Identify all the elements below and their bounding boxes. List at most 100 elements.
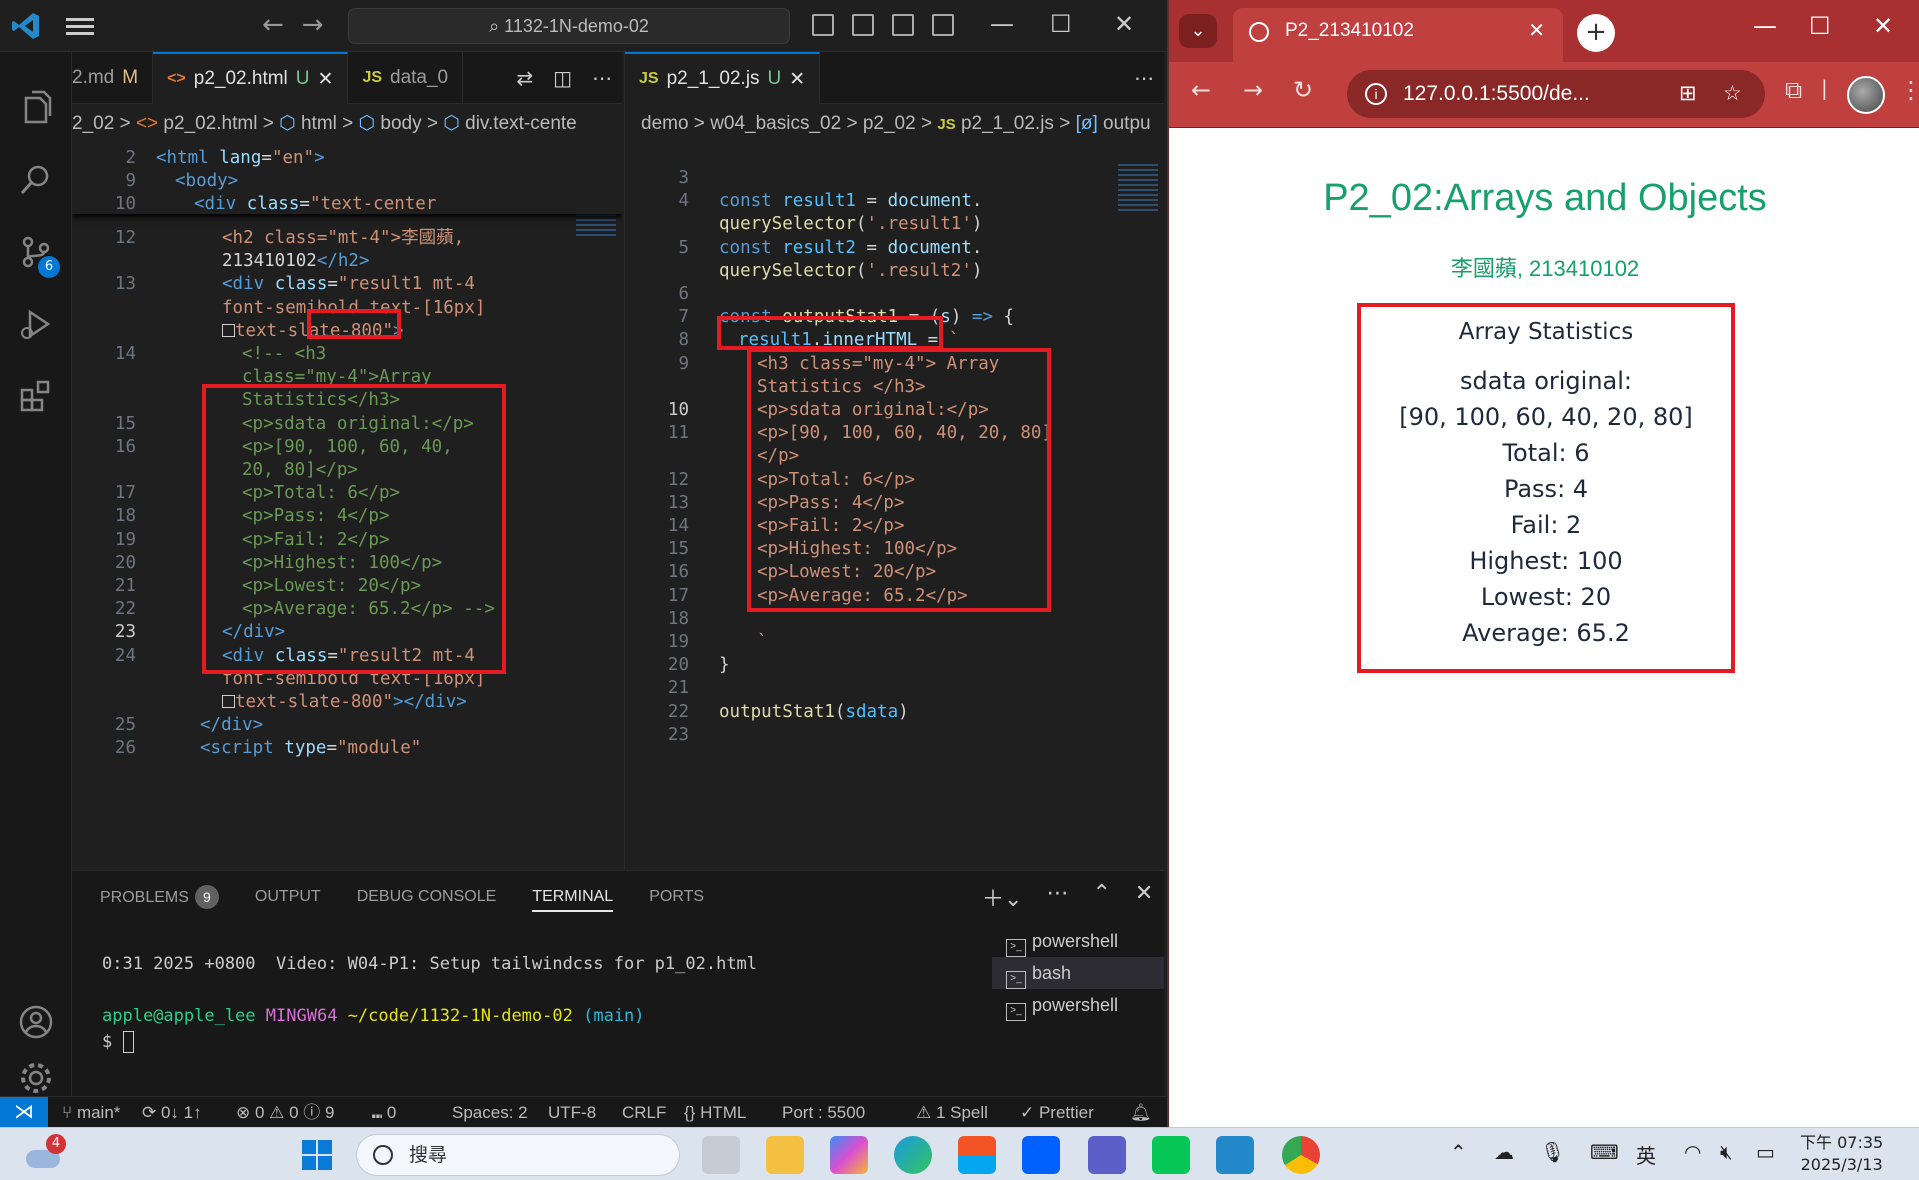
tab-md[interactable]: 2.md M: [72, 52, 154, 104]
ime-indicator[interactable]: 英: [1636, 1140, 1656, 1169]
breadcrumb-item[interactable]: 2_02: [72, 113, 114, 134]
back-arrow-icon[interactable]: ←: [262, 10, 302, 40]
explorer-icon[interactable]: [0, 72, 72, 144]
store-icon[interactable]: [958, 1136, 996, 1174]
nav-arrows[interactable]: ←→: [262, 10, 342, 40]
new-terminal-icon[interactable]: ＋⌄: [982, 881, 1022, 913]
extensions-icon[interactable]: [0, 360, 72, 432]
task-view-icon[interactable]: [702, 1136, 740, 1174]
dropbox-icon[interactable]: [1022, 1136, 1060, 1174]
terminal-item[interactable]: >_ powershell: [992, 989, 1164, 1021]
show-hidden-icons[interactable]: ⌃: [1450, 1140, 1467, 1164]
spell-status[interactable]: ⚠ 1 Spell: [916, 1097, 988, 1128]
indent-status[interactable]: Spaces: 2: [452, 1097, 528, 1128]
code-editor-html[interactable]: 12 <h2 class="mt-4">李國蘋, 213410102</h2> 13 <…: [72, 144, 622, 870]
terminal-output[interactable]: 0:31 2025 +0800 Video: W04-P1: Setup tai…: [102, 951, 757, 1055]
minimize-icon[interactable]: —: [990, 10, 1014, 38]
more-actions-icon[interactable]: ⋯: [1046, 881, 1068, 913]
breadcrumb-item[interactable]: demo: [641, 113, 689, 134]
forward-arrow-icon[interactable]: →: [302, 10, 342, 40]
maximize-icon[interactable]: ☐: [1809, 12, 1831, 40]
search-icon[interactable]: [0, 144, 72, 216]
translate-icon[interactable]: ⊞: [1679, 70, 1697, 118]
back-icon[interactable]: ←: [1191, 76, 1211, 104]
toggle-secondary-sidebar-icon[interactable]: [892, 14, 914, 36]
browser-tab[interactable]: P2_213410102 ✕: [1233, 8, 1563, 62]
battery-icon[interactable]: ▭: [1756, 1140, 1775, 1164]
wifi-icon[interactable]: ◠: [1684, 1140, 1701, 1164]
terminal-item[interactable]: >_ powershell: [992, 925, 1164, 957]
branch-status[interactable]: ⑂ main*: [62, 1097, 120, 1128]
tab-p2-02-html[interactable]: <> p2_02.html U ✕: [153, 52, 349, 104]
remote-icon[interactable]: ⋊: [0, 1097, 48, 1128]
address-bar[interactable]: i 127.0.0.1:5500/de... ⊞ ☆: [1347, 70, 1765, 118]
chrome-icon[interactable]: [1282, 1136, 1320, 1174]
start-icon[interactable]: [298, 1136, 336, 1174]
problems-status[interactable]: ⊗ 0 ⚠ 0 ⓘ 9: [236, 1097, 334, 1128]
breadcrumb-item[interactable]: div.text-cente: [465, 113, 577, 134]
run-debug-icon[interactable]: [0, 288, 72, 360]
line-icon[interactable]: [1152, 1136, 1190, 1174]
maximize-panel-icon[interactable]: ⌃: [1092, 881, 1110, 913]
close-window-icon[interactable]: ✕: [1114, 10, 1134, 38]
breadcrumb-item[interactable]: p2_02: [863, 113, 916, 134]
system-clock[interactable]: 下午 07:35 2025/3/13: [1800, 1132, 1883, 1176]
eol-status[interactable]: CRLF: [622, 1097, 666, 1128]
terminal-item[interactable]: >_ bash: [992, 957, 1164, 989]
toggle-panel-icon[interactable]: [852, 14, 874, 36]
customize-layout-icon[interactable]: [932, 14, 954, 36]
volume-muted-icon[interactable]: 🔇︎: [1720, 1140, 1733, 1164]
breadcrumb-item[interactable]: outpu: [1103, 113, 1151, 134]
ports-status[interactable]: ⑉ 0: [372, 1097, 396, 1128]
extensions-icon[interactable]: ⧉: [1785, 76, 1802, 104]
mic-muted-icon[interactable]: 🎙︎: [1540, 1140, 1565, 1164]
encoding-status[interactable]: UTF-8: [548, 1097, 596, 1128]
minimap[interactable]: [1118, 164, 1158, 214]
live-server-port[interactable]: Port : 5500: [782, 1097, 865, 1128]
sticky-scroll[interactable]: 2 <html lang="en"> 9 <body> 10 <div class="te…: [72, 144, 622, 214]
tab-search-icon[interactable]: ⌄: [1179, 14, 1217, 48]
breadcrumb-item[interactable]: w04_basics_02: [710, 113, 841, 134]
source-control-icon[interactable]: 6: [0, 216, 72, 288]
more-actions-icon[interactable]: ⋯: [592, 66, 612, 90]
taskbar-search[interactable]: 搜尋: [356, 1134, 680, 1176]
maximize-icon[interactable]: ☐: [1050, 10, 1072, 38]
site-info-icon[interactable]: i: [1365, 83, 1387, 105]
close-window-icon[interactable]: ✕: [1873, 12, 1893, 40]
close-panel-icon[interactable]: ✕: [1135, 881, 1153, 913]
menu-kebab-icon[interactable]: ⋮: [1899, 76, 1919, 104]
close-tab-icon[interactable]: ✕: [1528, 8, 1545, 54]
language-status[interactable]: {} HTML: [684, 1097, 746, 1128]
breadcrumb-item[interactable]: p2_02.html: [163, 113, 257, 134]
bookmark-star-icon[interactable]: ☆: [1723, 70, 1742, 118]
command-center[interactable]: ⌕ 1132-1N-demo-02: [348, 8, 790, 44]
minimize-icon[interactable]: —: [1753, 12, 1777, 40]
sync-status[interactable]: ⟳ 0↓ 1↑: [142, 1097, 202, 1128]
tab-terminal[interactable]: TERMINAL: [532, 882, 614, 912]
onedrive-icon[interactable]: ☁: [1494, 1140, 1514, 1164]
edge-icon[interactable]: [894, 1136, 932, 1174]
prettier-status[interactable]: ✓ Prettier: [1020, 1097, 1094, 1128]
vscode-taskbar-icon[interactable]: [1216, 1136, 1254, 1174]
profile-avatar[interactable]: [1847, 76, 1885, 114]
tab-p2-1-02-js[interactable]: JS p2_1_02.js U ✕: [625, 52, 821, 104]
teams-icon[interactable]: [1088, 1136, 1126, 1174]
split-editor-icon[interactable]: ◫: [553, 66, 572, 90]
weather-icon[interactable]: 4: [24, 1134, 66, 1174]
forward-icon[interactable]: →: [1243, 76, 1263, 104]
close-tab-icon[interactable]: ✕: [789, 68, 805, 91]
breadcrumb-item[interactable]: p2_1_02.js: [961, 113, 1054, 134]
new-tab-button[interactable]: +: [1577, 14, 1615, 52]
tab-debug-console[interactable]: DEBUG CONSOLE: [357, 888, 497, 906]
notifications-bell-icon[interactable]: 🔔︎: [1130, 1097, 1152, 1128]
tab-output[interactable]: OUTPUT: [255, 888, 321, 906]
file-explorer-icon[interactable]: [766, 1136, 804, 1174]
toggle-sidebar-icon[interactable]: [812, 14, 834, 36]
breadcrumb-item[interactable]: html: [301, 113, 337, 134]
copilot-icon[interactable]: [830, 1136, 868, 1174]
open-changes-icon[interactable]: ⇄: [516, 66, 533, 90]
breadcrumb-item[interactable]: body: [380, 113, 421, 134]
more-actions-icon[interactable]: ⋯: [1134, 66, 1154, 90]
code-editor-js[interactable]: 3 4 const result1 = document. querySelector…: [625, 144, 1164, 870]
tab-data[interactable]: JS data_0: [348, 52, 464, 104]
